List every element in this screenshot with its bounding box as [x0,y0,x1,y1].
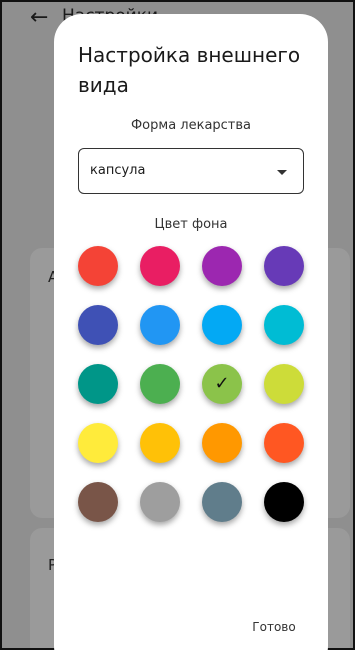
color-swatch[interactable] [140,305,180,345]
color-swatch[interactable] [202,305,242,345]
done-button[interactable]: Готово [240,614,308,640]
color-swatch-grid: ✓ [78,246,304,536]
color-swatch[interactable] [78,305,118,345]
shape-select-value: капсула [90,163,146,178]
dialog-title: Настройка внешнего вида [78,43,301,97]
color-swatch[interactable] [140,482,180,522]
color-swatch[interactable] [264,482,304,522]
check-icon: ✓ [214,373,230,394]
color-swatch[interactable] [140,246,180,286]
color-swatch[interactable] [264,364,304,404]
appearance-dialog: Настройка внешнего вида Форма лекарства … [54,14,328,650]
arrow-left-icon[interactable]: ← [30,6,54,30]
color-swatch[interactable] [264,423,304,463]
color-swatch[interactable] [78,482,118,522]
color-swatch[interactable] [202,482,242,522]
shape-select[interactable]: капсула [78,148,304,194]
color-swatch[interactable] [78,364,118,404]
color-swatch[interactable] [78,423,118,463]
color-swatch[interactable] [264,305,304,345]
color-swatch[interactable] [202,246,242,286]
shape-label: Форма лекарства [130,118,252,133]
dropdown-arrow-icon [277,170,287,175]
color-swatch[interactable] [140,364,180,404]
color-swatch[interactable] [78,246,118,286]
color-swatch[interactable] [264,246,304,286]
color-swatch[interactable]: ✓ [202,364,242,404]
color-swatch[interactable] [202,423,242,463]
color-swatch[interactable] [140,423,180,463]
color-label: Цвет фона [154,217,228,232]
